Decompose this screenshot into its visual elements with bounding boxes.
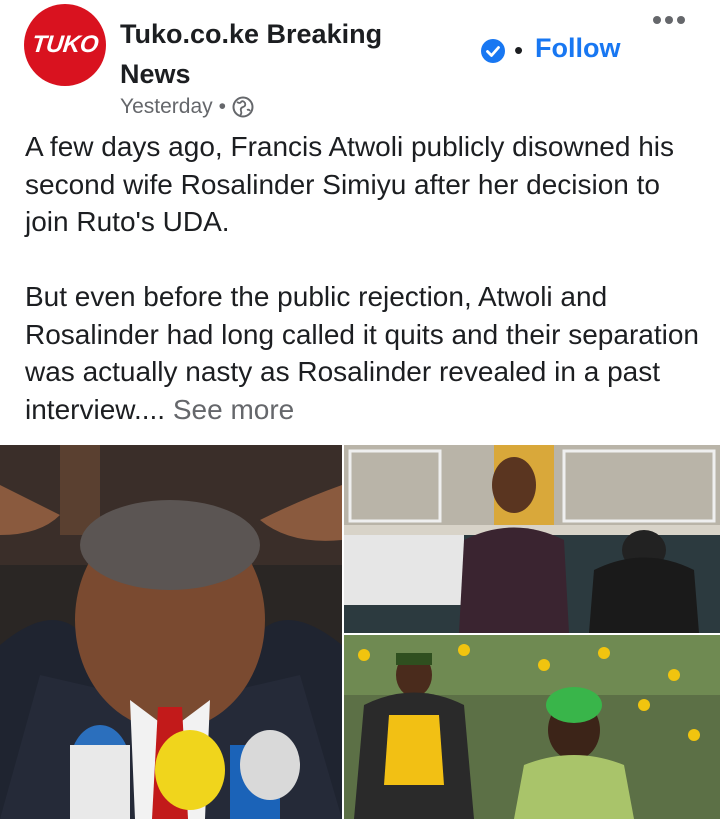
globe-icon [232,96,254,118]
photo-speaker-at-microphones[interactable] [0,445,342,819]
avatar-logo-text: TUKO [30,31,100,58]
follow-separator: • [514,35,524,65]
post-paragraph-2-text: But even before the public rejection, At… [25,281,699,425]
photo-rally-crowd[interactable] [344,635,720,819]
post-header: TUKO Tuko.co.ke Breaking News Yesterday … [0,0,720,130]
post-meta: Yesterday • [120,92,254,122]
follow-button[interactable]: Follow [535,33,620,64]
post-timestamp[interactable]: Yesterday [120,95,213,119]
meta-separator: • [218,95,226,118]
page-avatar[interactable]: TUKO [24,4,106,86]
post-body: A few days ago, Francis Atwoli publicly … [25,128,705,428]
verified-badge-icon [481,39,505,63]
see-more-link[interactable]: See more [165,394,294,425]
photo-woman-by-car[interactable] [344,445,720,633]
post-photo-collage[interactable] [0,445,720,819]
page-name[interactable]: Tuko.co.ke Breaking News [120,14,440,94]
post-paragraph-2: But even before the public rejection, At… [25,278,705,428]
post-paragraph-1: A few days ago, Francis Atwoli publicly … [25,131,674,237]
more-options-icon[interactable] [652,14,686,26]
